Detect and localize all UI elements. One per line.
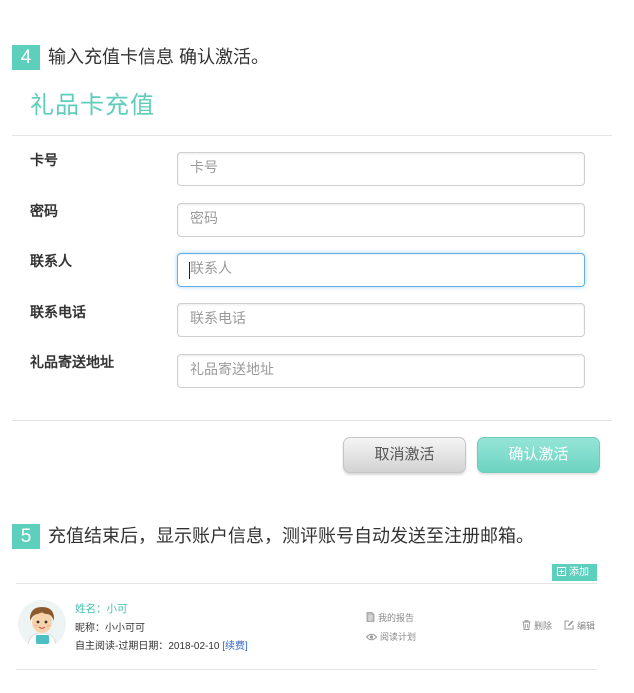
report-icon: [366, 612, 375, 622]
renew-link[interactable]: [续费]: [222, 641, 248, 652]
account-top-divider: [16, 583, 597, 584]
add-button[interactable]: 添加: [552, 564, 597, 581]
card-number-input[interactable]: [177, 152, 585, 186]
user-name: 姓名：小可: [75, 603, 128, 615]
password-label: 密码: [30, 205, 58, 220]
cartoon-boy-avatar-icon: [18, 600, 66, 648]
contact-phone-label: 联系电话: [30, 306, 86, 321]
user-expiry: 自主阅读-过期日期：2018-02-10 [续费]: [75, 640, 248, 653]
expiry-date-text: 自主阅读-过期日期：2018-02-10: [75, 641, 220, 652]
edit-label: 编辑: [577, 621, 596, 631]
form-title: 礼品卡充值: [30, 93, 155, 119]
reading-plan-label: 阅读计划: [380, 632, 417, 642]
my-report-link[interactable]: 我的报告: [366, 612, 414, 624]
form-footer-divider: [12, 420, 612, 421]
card-number-label: 卡号: [30, 154, 58, 169]
trash-icon: [522, 620, 531, 630]
eye-icon: [365, 633, 378, 641]
cancel-activation-button[interactable]: 取消激活: [343, 437, 466, 473]
user-nickname: 昵称：小小可可: [75, 623, 145, 634]
gift-address-label: 礼品寄送地址: [30, 356, 114, 371]
edit-button[interactable]: 编辑: [564, 620, 595, 632]
account-bottom-divider: [16, 669, 597, 670]
text-cursor: [189, 262, 190, 279]
contact-name-label: 联系人: [30, 255, 72, 270]
step-5-instruction: 充值结束后，显示账户信息，测评账号自动发送至注册邮箱。: [48, 526, 534, 546]
step-5-badge: 5: [12, 524, 40, 549]
avatar: [18, 600, 66, 648]
plus-square-icon: [557, 567, 566, 576]
add-button-label: 添加: [569, 567, 589, 578]
reading-plan-link[interactable]: 阅读计划: [365, 631, 417, 643]
contact-phone-input[interactable]: [177, 303, 585, 337]
delete-label: 删除: [534, 621, 553, 631]
form-title-divider: [12, 135, 612, 136]
gift-address-input[interactable]: [177, 354, 585, 388]
step-4-instruction: 输入充值卡信息 确认激活。: [48, 47, 269, 67]
contact-name-input[interactable]: [177, 253, 585, 287]
confirm-activation-button[interactable]: 确认激活: [477, 437, 600, 473]
my-report-label: 我的报告: [378, 613, 415, 623]
step-4-badge: 4: [12, 45, 40, 70]
delete-button[interactable]: 删除: [522, 620, 552, 632]
edit-icon: [564, 620, 574, 630]
password-input[interactable]: [177, 203, 585, 237]
